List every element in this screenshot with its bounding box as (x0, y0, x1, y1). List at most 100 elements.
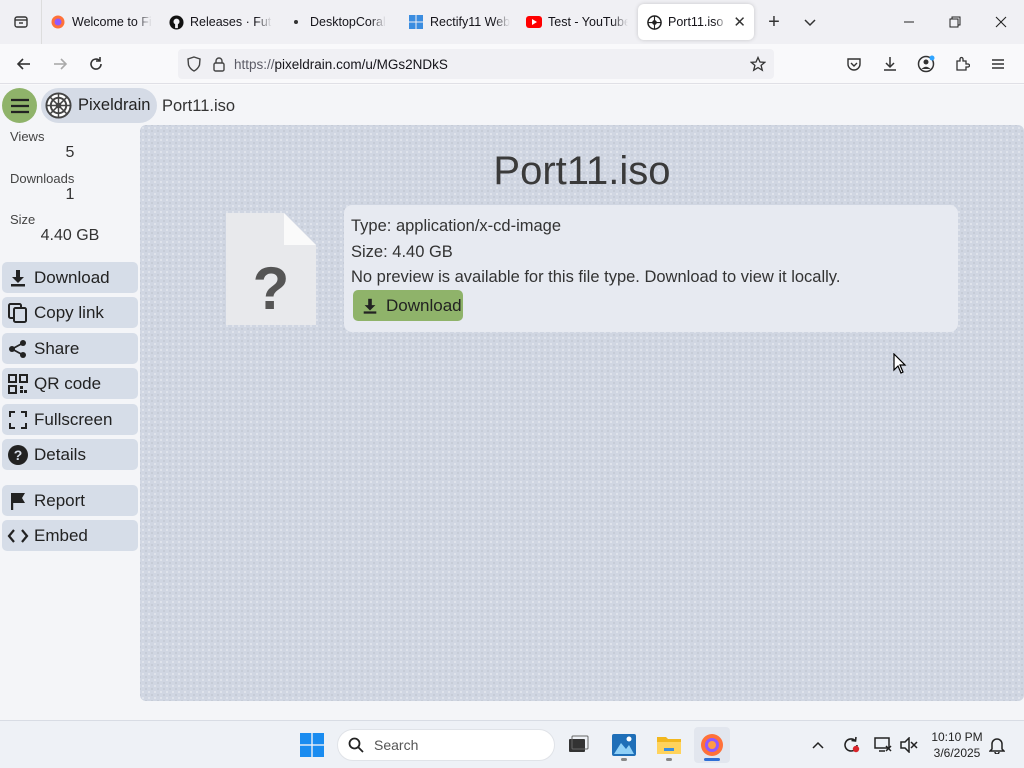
app-menu-button[interactable] (980, 48, 1016, 80)
tab-label: Welcome to Fi (72, 15, 152, 29)
page-header: Pixeldrain Port11.iso (0, 85, 1024, 125)
image-app-icon (612, 734, 636, 756)
minimize-button[interactable] (886, 0, 932, 44)
volume-tray-button[interactable] (898, 721, 920, 768)
taskbar-app-photos[interactable] (606, 727, 642, 763)
list-all-tabs-button[interactable] (792, 4, 828, 40)
tab-rectify11[interactable]: Rectify11 Web (400, 4, 518, 40)
tab-list-icon (13, 16, 28, 28)
copy-link-button[interactable]: Copy link (2, 297, 138, 328)
running-indicator (621, 758, 627, 761)
shield-icon[interactable] (186, 56, 202, 72)
pixeldrain-icon (646, 14, 662, 30)
reload-button[interactable] (78, 48, 114, 80)
details-button[interactable]: ? Details (2, 439, 138, 470)
network-tray-button[interactable] (872, 721, 894, 768)
tab-welcome[interactable]: Welcome to Fi (42, 4, 160, 40)
mouse-cursor-icon (893, 353, 907, 374)
pixeldrain-page: Pixeldrain Port11.iso Views 5 Downloads … (0, 85, 1024, 720)
tab-youtube[interactable]: Test - YouTube (518, 4, 636, 40)
sync-tray-button[interactable] (840, 721, 862, 768)
account-button[interactable] (908, 48, 944, 80)
bookmark-star-icon[interactable] (750, 56, 766, 72)
taskbar-firefox[interactable] (694, 727, 730, 763)
restore-button[interactable] (932, 0, 978, 44)
no-preview-message: No preview is available for this file ty… (351, 268, 841, 286)
tab-releases[interactable]: Releases · Futu (160, 4, 280, 40)
button-label: Fullscreen (34, 409, 113, 429)
taskbar-file-explorer[interactable] (651, 727, 687, 763)
address-bar[interactable]: https://pixeldrain.com/u/MGs2NDkS (178, 49, 774, 79)
share-icon (6, 337, 30, 361)
tab-label: Releases · Futu (190, 15, 272, 29)
download-arrow-icon (884, 57, 896, 71)
plus-icon: + (768, 10, 780, 33)
stat-label: Views (10, 129, 45, 144)
download-icon (359, 295, 381, 317)
menu-icon (10, 98, 29, 113)
arrow-right-icon (54, 57, 68, 70)
taskbar-search-box[interactable]: Search (337, 729, 555, 761)
button-label: QR code (34, 373, 102, 393)
button-label: Download (34, 267, 110, 287)
tab-desktopcoral[interactable]: DesktopCoral (280, 4, 400, 40)
extensions-button[interactable] (944, 48, 980, 80)
brand-name: Pixeldrain (78, 96, 151, 114)
button-label: Embed (34, 525, 88, 545)
share-button[interactable]: Share (2, 333, 138, 364)
url-text[interactable]: https://pixeldrain.com/u/MGs2NDkS (234, 57, 448, 72)
sidebar-download-button[interactable]: Download (2, 262, 138, 293)
tab-list-button[interactable] (0, 0, 42, 44)
qr-code-button[interactable]: QR code (2, 368, 138, 399)
close-tab-icon[interactable]: ✕ (733, 13, 746, 31)
bell-icon (989, 738, 1005, 754)
lock-icon[interactable] (212, 56, 226, 72)
notifications-button[interactable] (986, 721, 1008, 768)
stat-value: 5 (65, 144, 75, 161)
account-icon (917, 55, 935, 73)
youtube-icon (526, 14, 542, 30)
tab-port11-active[interactable]: Port11.iso ~ ✕ (638, 4, 754, 40)
new-tab-button[interactable]: + (756, 4, 792, 40)
viewer-download-button[interactable]: Download (353, 290, 463, 321)
stat-size: Size 4.40 GB (0, 212, 140, 245)
downloads-button[interactable] (872, 48, 908, 80)
task-view-button[interactable] (560, 727, 596, 763)
running-indicator (666, 758, 672, 761)
close-icon (995, 16, 1007, 28)
home-button[interactable]: Pixeldrain (41, 88, 157, 123)
file-size: Size: 4.40 GB (351, 242, 453, 261)
button-label: Download (386, 295, 462, 315)
file-title: Port11.iso (162, 97, 236, 115)
start-button[interactable] (294, 727, 330, 763)
clock-time: 10:10 PM (931, 730, 983, 744)
fullscreen-button[interactable]: Fullscreen (2, 404, 138, 435)
forward-button[interactable] (42, 48, 78, 80)
show-hidden-icons-button[interactable] (808, 721, 828, 768)
unknown-file-icon: ? (226, 213, 316, 325)
puzzle-icon (956, 56, 970, 71)
clock[interactable]: 10:10 PM 3/6/2025 (926, 729, 988, 761)
stat-downloads: Downloads 1 (0, 171, 140, 204)
stat-value: 1 (65, 186, 75, 203)
file-viewer: Port11.iso ? Type: application/x-cd-imag… (140, 125, 1024, 701)
tab-label: Rectify11 Web (430, 15, 510, 29)
report-button[interactable]: Report (2, 485, 138, 516)
sidebar-toggle-button[interactable] (2, 88, 37, 123)
qr-code-icon (6, 372, 30, 396)
embed-button[interactable]: Embed (2, 520, 138, 551)
search-placeholder: Search (374, 737, 419, 753)
close-window-button[interactable] (978, 0, 1024, 44)
windows-start-icon (300, 733, 324, 757)
pocket-button[interactable] (836, 48, 872, 80)
back-button[interactable] (6, 48, 42, 80)
firefox-icon (701, 734, 723, 756)
viewer-title: Port11.iso (493, 149, 671, 193)
taskbar: Search 10:10 PM 3/6/2025 (0, 720, 1024, 768)
folder-icon (657, 737, 681, 754)
sync-icon (844, 736, 860, 753)
task-view-icon (569, 735, 589, 752)
copy-icon (6, 301, 30, 325)
stat-label: Downloads (10, 171, 75, 186)
restore-icon (949, 16, 961, 28)
